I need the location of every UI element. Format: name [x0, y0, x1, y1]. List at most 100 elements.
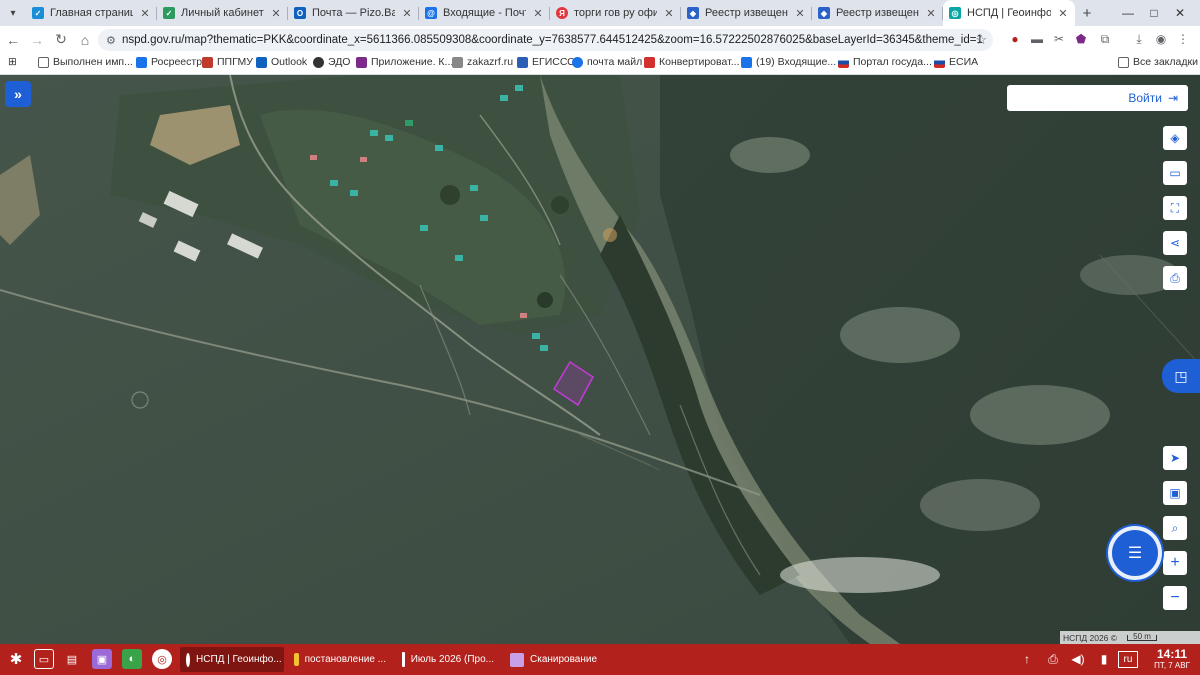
- bookmark-9[interactable]: Конвертироват...: [644, 56, 739, 68]
- house: [515, 85, 523, 91]
- bookmark-5[interactable]: Приложение. К...: [356, 56, 453, 68]
- bookmark-10[interactable]: (19) Входящие...: [741, 56, 836, 68]
- all-bookmarks[interactable]: Все закладки: [1118, 56, 1198, 68]
- printer-tray-icon[interactable]: ⎙: [1043, 649, 1063, 669]
- document-icon: [402, 652, 405, 667]
- tab-close-icon[interactable]: ✕: [532, 7, 544, 20]
- taskbar-task-3[interactable]: Сканирование: [504, 647, 608, 672]
- file-manager-icon[interactable]: ▤: [62, 649, 82, 669]
- light-patch: [840, 307, 960, 363]
- folder-icon: [294, 653, 299, 666]
- os-taskbar: ✱ ▭ ▤ ▣ ◐ ◎ НСПД | Геоинфо... постановле…: [0, 644, 1200, 675]
- tab-close-icon[interactable]: ✕: [663, 7, 675, 20]
- satellite-imagery: [0, 75, 1200, 644]
- tab-favicon-icon: ✓: [32, 7, 44, 19]
- downloads-icon[interactable]: ⤓: [1130, 29, 1148, 49]
- tab-search-chevron-icon[interactable]: ▾: [0, 0, 26, 26]
- bookmark-4[interactable]: ЭДО: [313, 56, 350, 68]
- geolocation-button[interactable]: ➤: [1163, 446, 1187, 470]
- tab-1[interactable]: ✓ Личный кабинет ✕: [157, 0, 288, 26]
- house: [540, 345, 548, 351]
- browser-yandex-icon[interactable]: ◎: [152, 649, 172, 669]
- home-icon[interactable]: ⌂: [74, 29, 96, 51]
- battery-tray-icon[interactable]: ▮: [1094, 649, 1114, 669]
- zoom-in-button[interactable]: +: [1163, 551, 1187, 575]
- tab-5[interactable]: ◆Реестр извещений✕: [681, 0, 812, 26]
- extension-toggle-icon[interactable]: ▬: [1028, 29, 1046, 49]
- tab-3[interactable]: @Входящие - Почта М✕: [419, 0, 550, 26]
- volume-icon[interactable]: ◀): [1068, 649, 1088, 669]
- minimap-button[interactable]: ▣: [1163, 481, 1187, 505]
- share-button[interactable]: ⋖: [1163, 231, 1187, 255]
- app-purple-icon[interactable]: ▣: [92, 649, 112, 669]
- bookmark-7[interactable]: ЕГИССО: [517, 56, 575, 68]
- tab-close-icon[interactable]: ✕: [401, 7, 413, 20]
- tab-7-active[interactable]: ◎НСПД | Геоинформац✕: [943, 0, 1075, 26]
- taskbar-task-1[interactable]: постановление ...: [288, 647, 392, 672]
- bookmark-0[interactable]: Выполнен имп...: [38, 56, 133, 68]
- map-viewport[interactable]: » Войти ⇥ ◈ ▭ ⛶ ⋖ ⎙ ◳ ➤ ▣ ⌕ + − ☰ НСПД 2…: [0, 75, 1200, 644]
- apps-grid-icon[interactable]: ⊞: [8, 56, 17, 68]
- side-panel-tab-button[interactable]: ◳: [1162, 359, 1200, 393]
- extension-tools-icon[interactable]: ✂: [1050, 29, 1068, 49]
- tab-close-icon[interactable]: ✕: [270, 7, 282, 20]
- bookmark-6[interactable]: zakazrf.ru: [452, 56, 513, 68]
- tab-0[interactable]: ✓Главная страница✕: [26, 0, 157, 26]
- measure-button[interactable]: ▭: [1163, 161, 1187, 185]
- tray-arrow-up-icon[interactable]: ↑: [1017, 649, 1037, 669]
- bookmark-1[interactable]: Росреестр: [136, 56, 202, 68]
- reload-icon[interactable]: ↻: [50, 29, 72, 51]
- layers-button[interactable]: ◈: [1163, 126, 1187, 150]
- layers-icon: ◈: [1170, 131, 1180, 145]
- close-window-icon[interactable]: ✕: [1168, 0, 1192, 26]
- minimize-icon[interactable]: —: [1116, 0, 1140, 26]
- scale-label: 50 m: [1133, 631, 1151, 641]
- new-tab-plus-icon[interactable]: +: [1075, 0, 1099, 26]
- system-clock[interactable]: 14:11 ПТ, 7 АВГ: [1146, 647, 1198, 670]
- select-area-icon: ⛶: [1170, 200, 1180, 215]
- zoom-out-button[interactable]: −: [1163, 586, 1187, 610]
- select-area-button[interactable]: ⛶: [1163, 196, 1187, 220]
- extensions-puzzle-icon[interactable]: ⧉: [1096, 29, 1114, 49]
- maximize-icon[interactable]: □: [1142, 0, 1166, 26]
- profile-avatar-icon[interactable]: ◉: [1152, 29, 1170, 49]
- chat-assistant-button[interactable]: ☰: [1112, 530, 1158, 576]
- bookmark-3[interactable]: Outlook: [256, 56, 307, 68]
- login-button[interactable]: Войти ⇥: [1007, 85, 1188, 111]
- extension-app-icon[interactable]: ⬟: [1072, 29, 1090, 49]
- tree-cluster: [603, 228, 617, 242]
- start-star-icon[interactable]: ✱: [6, 649, 26, 669]
- share-icon: ⋖: [1169, 236, 1181, 250]
- taskbar-task-2[interactable]: Июль 2026 (Про...: [396, 647, 500, 672]
- bookmark-star-icon[interactable]: ☆: [975, 32, 987, 48]
- tab-close-icon[interactable]: ✕: [925, 7, 937, 20]
- app-green-icon[interactable]: ◐: [122, 649, 142, 669]
- forward-arrow-icon[interactable]: →: [26, 29, 48, 51]
- site-info-icon[interactable]: ⚙: [106, 34, 122, 47]
- house: [520, 313, 527, 318]
- tab-close-icon[interactable]: ✕: [1057, 7, 1069, 20]
- house: [385, 135, 393, 141]
- tab-6[interactable]: ◆Реестр извещений✕: [812, 0, 943, 26]
- expand-panel-button[interactable]: »: [5, 81, 31, 107]
- tab-close-icon[interactable]: ✕: [794, 7, 806, 20]
- tree-cluster: [551, 196, 569, 214]
- bookmark-12[interactable]: ЕСИА: [934, 56, 978, 68]
- menu-kebab-icon[interactable]: ⋮: [1174, 29, 1192, 49]
- extension-icon[interactable]: ●: [1006, 29, 1024, 49]
- bookmark-11[interactable]: Портал госуда...: [838, 56, 932, 68]
- desktop-icon[interactable]: ▭: [34, 649, 54, 669]
- tab-2[interactable]: OПочта — Pizo.Baltasi@...✕: [288, 0, 419, 26]
- url-text[interactable]: nspd.gov.ru/map?thematic=PKK&coordinate_…: [122, 34, 982, 46]
- bookmark-2[interactable]: ППГМУ: [202, 56, 253, 68]
- back-arrow-icon[interactable]: ←: [2, 29, 24, 51]
- bookmark-8[interactable]: почта майл: [572, 56, 642, 68]
- map-tool-icon: ◳: [1174, 367, 1188, 384]
- tab-close-icon[interactable]: ✕: [139, 7, 151, 20]
- keyboard-layout-indicator[interactable]: ru: [1118, 651, 1138, 668]
- search-location-button[interactable]: ⌕: [1163, 516, 1187, 540]
- print-button[interactable]: ⎙: [1163, 266, 1187, 290]
- taskbar-task-0[interactable]: НСПД | Геоинфо...: [180, 647, 284, 672]
- tab-4[interactable]: Яторги гов ру официа✕: [550, 0, 681, 26]
- address-bar[interactable]: ⚙ nspd.gov.ru/map?thematic=PKK&coordinat…: [98, 29, 993, 51]
